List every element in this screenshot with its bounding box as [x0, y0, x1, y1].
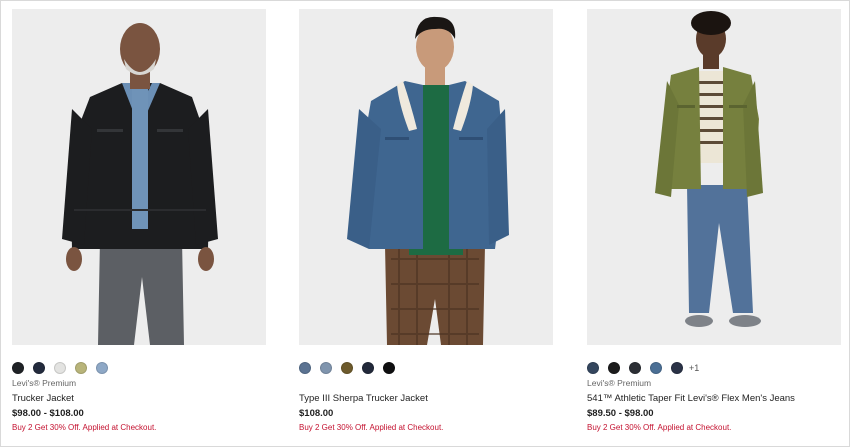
- product-price: $98.00 - $108.00: [12, 408, 84, 419]
- product-card[interactable]: +1 Levi's® Premium 541™ Athletic Taper F…: [587, 9, 841, 433]
- product-name[interactable]: Type III Sherpa Trucker Jacket: [299, 393, 553, 405]
- product-card[interactable]: Type III Sherpa Trucker Jacket $108.00 B…: [299, 9, 553, 433]
- color-swatch-5[interactable]: [671, 362, 683, 374]
- color-swatch-4[interactable]: [362, 362, 374, 374]
- color-swatch-4[interactable]: [75, 362, 87, 374]
- promo-text: Buy 2 Get 30% Off. Applied at Checkout.: [299, 423, 444, 432]
- color-swatch-4[interactable]: [650, 362, 662, 374]
- color-swatches: [12, 361, 266, 375]
- color-swatch-3[interactable]: [629, 362, 641, 374]
- product-name[interactable]: Trucker Jacket: [12, 393, 266, 405]
- color-swatch-1[interactable]: [587, 362, 599, 374]
- color-swatches: +1: [587, 361, 841, 375]
- product-price: $89.50 - $98.00: [587, 408, 654, 419]
- product-image[interactable]: [587, 9, 841, 345]
- color-swatch-1[interactable]: [12, 362, 24, 374]
- product-name[interactable]: 541™ Athletic Taper Fit Levi's® Flex Men…: [587, 393, 841, 405]
- color-swatch-3[interactable]: [341, 362, 353, 374]
- product-image[interactable]: [299, 9, 553, 345]
- color-swatch-2[interactable]: [608, 362, 620, 374]
- color-swatch-5[interactable]: [383, 362, 395, 374]
- color-swatches: [299, 361, 553, 375]
- product-brand: Levi's® Premium: [587, 378, 652, 388]
- promo-text: Buy 2 Get 30% Off. Applied at Checkout.: [587, 423, 732, 432]
- product-price: $108.00: [299, 408, 334, 419]
- color-swatch-2[interactable]: [33, 362, 45, 374]
- color-swatch-2[interactable]: [320, 362, 332, 374]
- product-image[interactable]: [12, 9, 266, 345]
- color-swatch-3[interactable]: [54, 362, 66, 374]
- promo-text: Buy 2 Get 30% Off. Applied at Checkout.: [12, 423, 157, 432]
- product-brand: Levi's® Premium: [12, 378, 77, 388]
- product-brand: [299, 378, 553, 389]
- color-swatch-1[interactable]: [299, 362, 311, 374]
- product-card[interactable]: Levi's® Premium Trucker Jacket $98.00 - …: [12, 9, 266, 433]
- color-swatch-5[interactable]: [96, 362, 108, 374]
- more-colors-count[interactable]: +1: [689, 363, 699, 373]
